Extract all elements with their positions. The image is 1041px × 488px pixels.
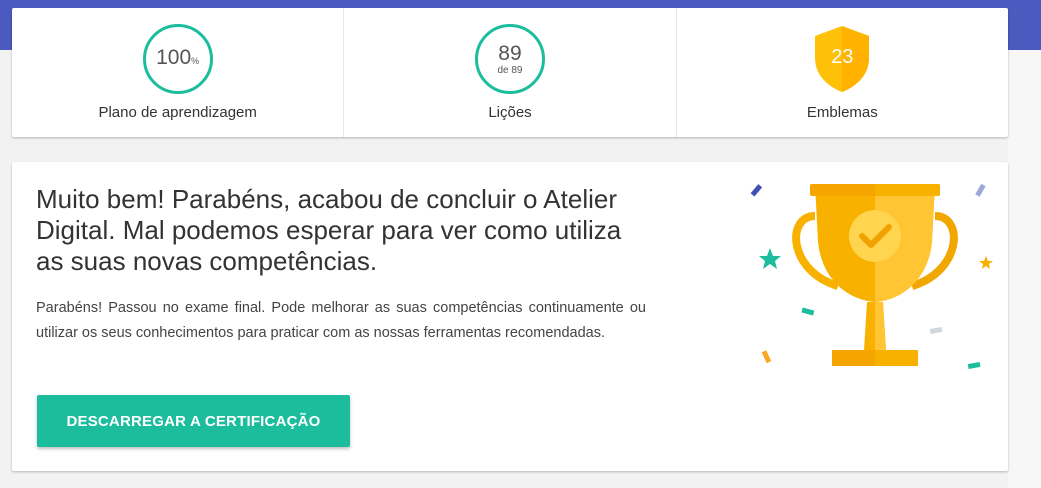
badges-label: Emblemas <box>806 104 878 121</box>
checkmark-icon <box>849 210 901 262</box>
completion-headline: Muito bem! Parabéns, acabou de concluir … <box>36 184 622 276</box>
progress-summary-card: 100% Plano de aprendizagem 89 de 89 Liçõ… <box>12 8 1008 137</box>
page-background <box>1008 50 1041 488</box>
lessons-total: de 89 <box>497 64 523 76</box>
stat-badges: 23 Emblemas <box>675 8 1008 137</box>
progress-ring: 100% <box>142 24 213 94</box>
trophy-icon <box>750 183 993 369</box>
lessons-value: 89 <box>498 41 522 65</box>
completion-card: Muito bem! Parabéns, acabou de concluir … <box>12 162 1008 471</box>
lessons-label: Lições <box>488 104 532 121</box>
stat-learning-plan: 100% Plano de aprendizagem <box>12 8 343 137</box>
shield-badge-icon: 23 <box>811 24 873 94</box>
plan-unit: % <box>191 55 200 66</box>
completion-message: Parabéns! Passou no exame final. Pode me… <box>36 300 646 341</box>
plan-label: Plano de aprendizagem <box>98 104 257 121</box>
lessons-ring: 89 de 89 <box>474 24 545 94</box>
plan-value: 100 <box>156 45 192 69</box>
download-certificate-button[interactable]: DESCARREGAR A CERTIFICAÇÃO <box>37 395 350 447</box>
badges-value: 23 <box>831 46 854 68</box>
stat-lessons: 89 de 89 Lições <box>343 8 675 137</box>
